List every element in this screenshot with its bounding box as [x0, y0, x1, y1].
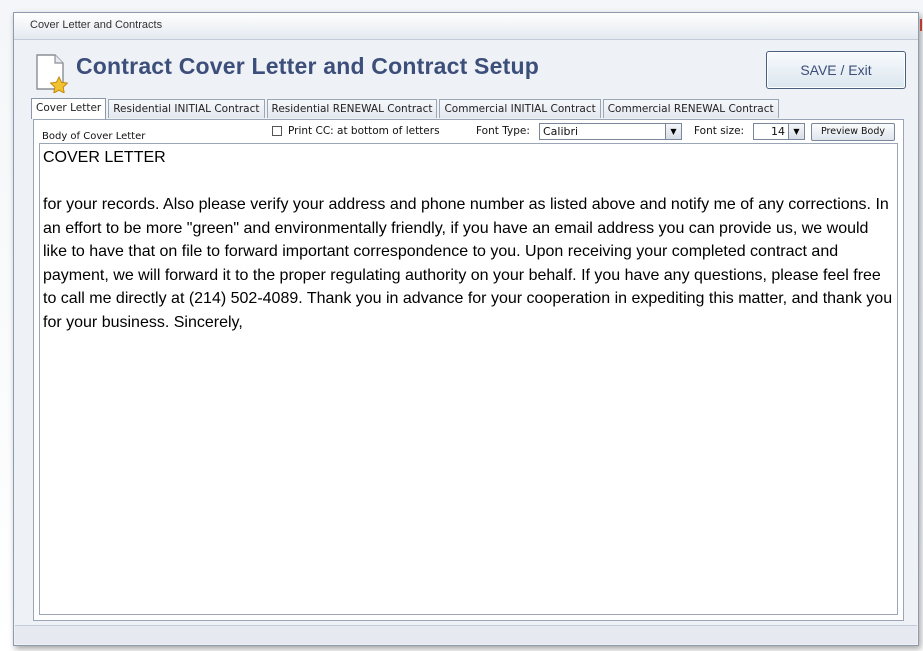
- preview-body-button[interactable]: Preview Body: [811, 123, 895, 141]
- tab-cover-letter[interactable]: Cover Letter: [31, 98, 107, 119]
- font-type-value: Calibri: [543, 125, 579, 138]
- cover-letter-body-textarea[interactable]: COVER LETTER for your records. Also plea…: [39, 143, 898, 615]
- form-window: Cover Letter and Contracts Contract Cove…: [13, 12, 922, 646]
- body-label: Body of Cover Letter: [42, 131, 146, 142]
- print-cc-checkbox[interactable]: [272, 126, 282, 136]
- body-paragraph: for your records. Also please verify you…: [43, 196, 893, 331]
- font-size-dropdown[interactable]: 14 ▼: [753, 123, 805, 140]
- cover-letter-panel: Body of Cover Letter Print CC: at bottom…: [33, 119, 904, 621]
- body-heading: COVER LETTER: [43, 149, 166, 166]
- tab-residential-initial-contract[interactable]: Residential INITIAL Contract: [108, 99, 265, 118]
- font-size-value: 14: [771, 125, 785, 138]
- window-title: Cover Letter and Contracts: [30, 19, 163, 31]
- font-size-label: Font size:: [694, 125, 745, 137]
- font-type-label: Font Type:: [476, 125, 530, 137]
- chevron-down-icon[interactable]: ▼: [665, 124, 681, 139]
- page-title: Contract Cover Letter and Contract Setup: [76, 53, 539, 79]
- tab-strip: Cover Letter Residential INITIAL Contrac…: [31, 98, 781, 119]
- font-type-dropdown[interactable]: Calibri ▼: [539, 123, 682, 140]
- status-bar: [15, 625, 917, 644]
- window-titlebar: Cover Letter and Contracts: [14, 13, 922, 40]
- print-cc-label: Print CC: at bottom of letters: [288, 125, 440, 137]
- tab-commercial-initial-contract[interactable]: Commercial INITIAL Contract: [439, 99, 601, 118]
- corner-marker: [920, 19, 922, 31]
- print-cc-option[interactable]: Print CC: at bottom of letters: [272, 125, 440, 137]
- tab-residential-renewal-contract[interactable]: Residential RENEWAL Contract: [266, 99, 438, 118]
- save-exit-button[interactable]: SAVE / Exit: [766, 51, 906, 89]
- chevron-down-icon[interactable]: ▼: [788, 124, 804, 139]
- document-star-icon: [36, 54, 69, 93]
- tab-commercial-renewal-contract[interactable]: Commercial RENEWAL Contract: [602, 99, 779, 118]
